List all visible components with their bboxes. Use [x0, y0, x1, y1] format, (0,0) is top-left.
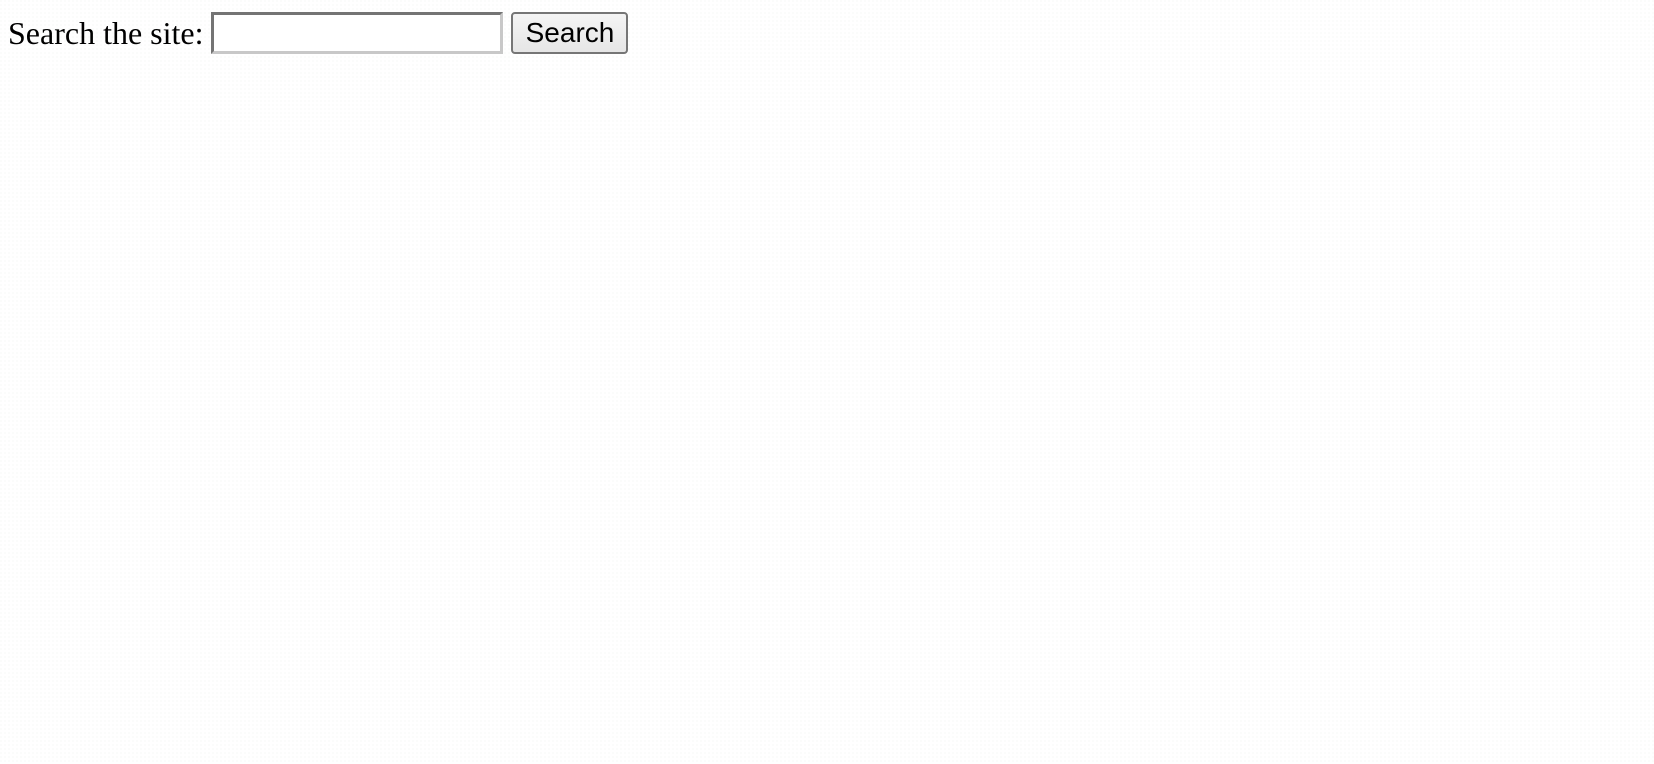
search-button[interactable]: Search [511, 12, 629, 54]
site-search-form: Search the site: Search [8, 12, 629, 54]
search-input[interactable] [211, 12, 504, 54]
search-label: Search the site: [8, 15, 204, 51]
